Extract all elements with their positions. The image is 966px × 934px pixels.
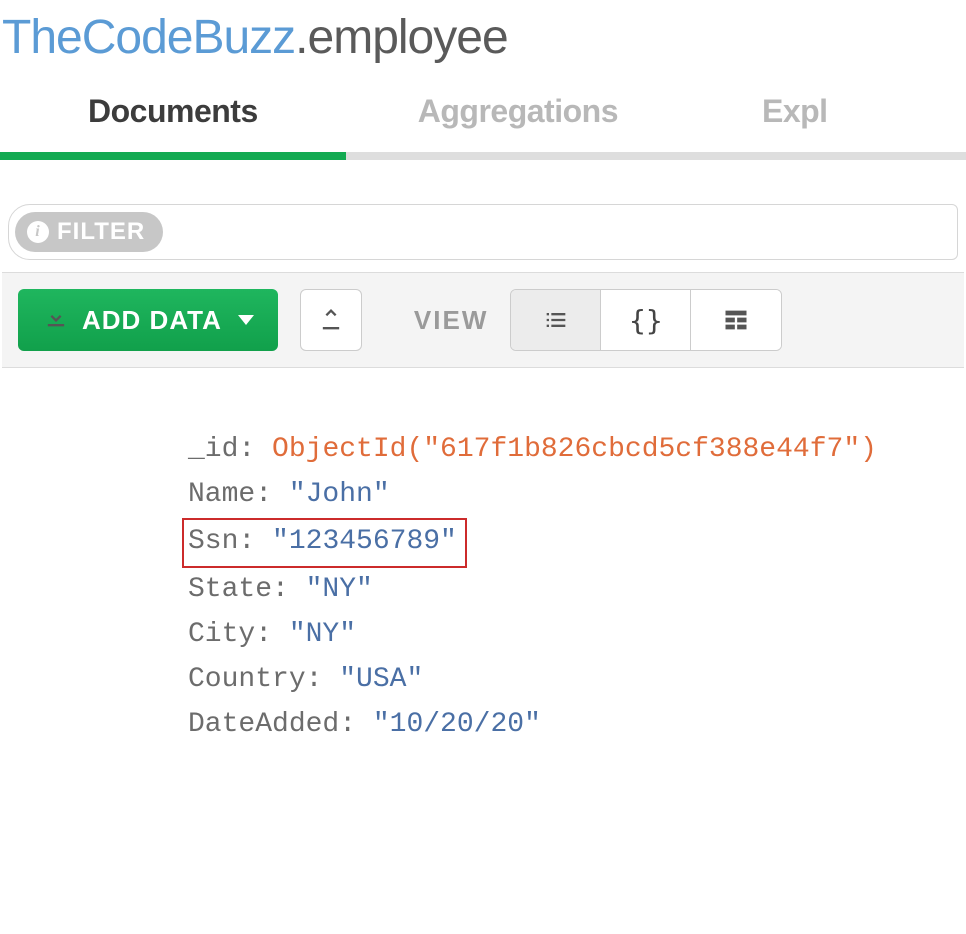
filter-pill[interactable]: i FILTER: [15, 212, 163, 252]
doc-field-row[interactable]: City: "NY": [188, 613, 966, 658]
field-value: "John": [289, 479, 390, 510]
doc-field-row[interactable]: DateAdded: "10/20/20": [188, 703, 966, 748]
doc-field-row[interactable]: _id: ObjectId("617f1b826cbcd5cf388e44f7"…: [188, 428, 966, 473]
add-data-button[interactable]: ADD DATA: [18, 289, 278, 351]
field-key: Name: [188, 479, 255, 510]
tab-aggregations[interactable]: Aggregations: [346, 93, 690, 152]
add-data-label: ADD DATA: [82, 305, 222, 336]
field-value: "NY": [306, 574, 373, 605]
doc-field-row[interactable]: State: "NY": [188, 568, 966, 613]
tab-documents[interactable]: Documents: [0, 93, 346, 152]
header: TheCodeBuzz.employee Documents Aggregati…: [0, 0, 966, 160]
braces-icon: {}: [629, 304, 663, 337]
field-value: "USA": [339, 664, 423, 695]
filter-bar[interactable]: i FILTER: [8, 204, 958, 260]
field-key: City: [188, 619, 255, 650]
field-value: ObjectId("617f1b826cbcd5cf388e44f7"): [272, 434, 877, 465]
colon: :: [255, 479, 289, 510]
doc-field-row[interactable]: Country: "USA": [188, 658, 966, 703]
document-view: _id: ObjectId("617f1b826cbcd5cf388e44f7"…: [0, 368, 966, 808]
collection-name: employee: [308, 11, 508, 64]
colon: :: [306, 664, 340, 695]
colon: :: [238, 434, 272, 465]
import-button[interactable]: [300, 289, 362, 351]
colon: :: [272, 574, 306, 605]
field-key: Ssn: [188, 526, 238, 557]
namespace-separator: .: [295, 11, 307, 64]
toolbar: ADD DATA VIEW {}: [2, 272, 964, 368]
info-icon: i: [27, 221, 49, 243]
doc-field-row[interactable]: Ssn: "123456789": [188, 518, 966, 569]
field-key: _id: [188, 434, 238, 465]
colon: :: [255, 619, 289, 650]
filter-label: FILTER: [57, 218, 145, 246]
field-value: "NY": [289, 619, 356, 650]
caret-down-icon: [238, 315, 254, 325]
field-value: "123456789": [272, 526, 457, 557]
field-key: State: [188, 574, 272, 605]
field-key: Country: [188, 664, 306, 695]
field-key: DateAdded: [188, 709, 339, 740]
view-label: VIEW: [414, 305, 488, 336]
tab-explain[interactable]: Expl: [690, 93, 868, 152]
tab-bar: Documents Aggregations Expl: [0, 93, 966, 160]
database-name: TheCodeBuzz: [2, 11, 295, 64]
view-json-button[interactable]: {}: [601, 290, 691, 350]
doc-field-row[interactable]: Name: "John": [188, 473, 966, 518]
field-value: "10/20/20": [373, 709, 541, 740]
colon: :: [238, 526, 272, 557]
view-table-button[interactable]: [691, 290, 781, 350]
download-icon: [42, 303, 70, 337]
view-toggle-group: {}: [510, 289, 782, 351]
view-list-button[interactable]: [511, 290, 601, 350]
colon: :: [339, 709, 373, 740]
namespace-title: TheCodeBuzz.employee: [0, 10, 966, 65]
filter-region: i FILTER: [0, 160, 966, 272]
